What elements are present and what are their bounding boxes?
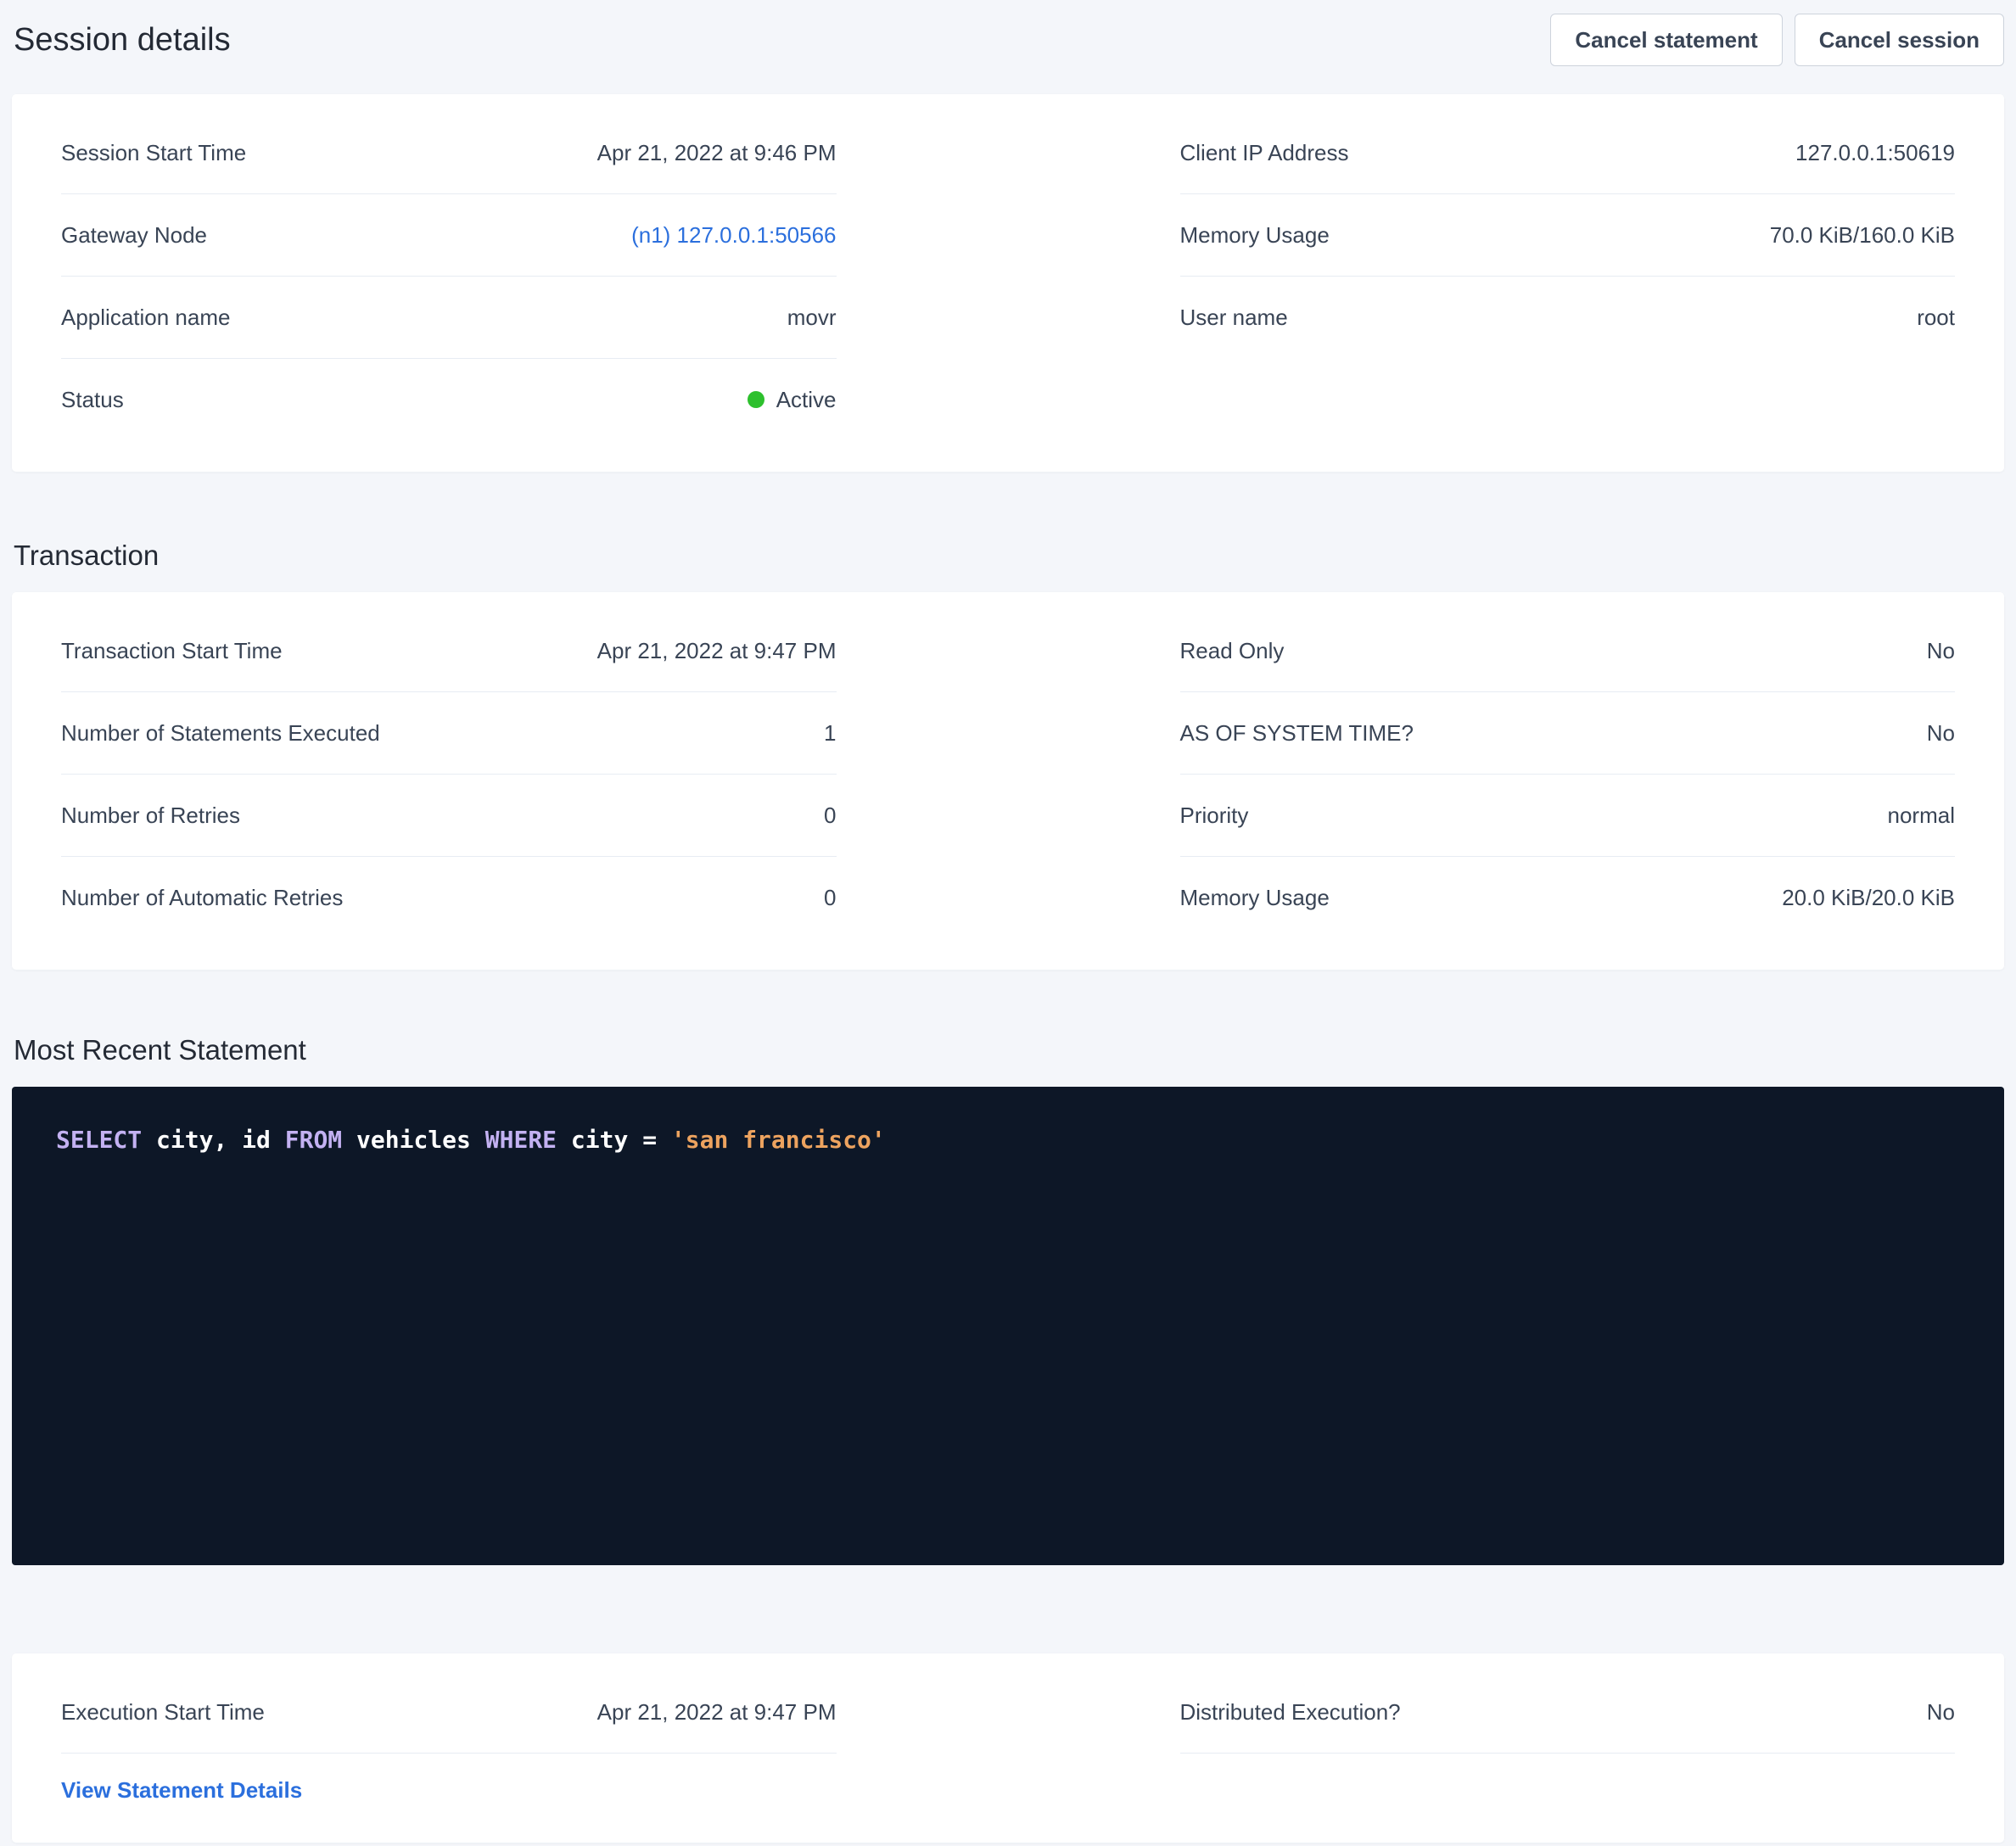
row-label: Client IP Address [1180,138,1349,167]
session-start-time-row: Session Start Time Apr 21, 2022 at 9:46 … [61,112,837,194]
most-recent-statement-heading: Most Recent Statement [14,1034,2004,1066]
session-details-page: Session details Cancel statement Cancel … [0,0,2016,1846]
sql-statement-box: SELECT city, id FROM vehicles WHERE city… [12,1087,2004,1565]
execution-card: Execution Start Time Apr 21, 2022 at 9:4… [12,1653,2004,1843]
priority-row: Priority normal [1180,775,1956,857]
row-value: 70.0 KiB/160.0 KiB [1770,221,1955,249]
sql-keyword: FROM [285,1126,342,1154]
as-of-system-time-row: AS OF SYSTEM TIME? No [1180,692,1956,775]
row-label: Priority [1180,801,1249,830]
execution-left-column: Execution Start Time Apr 21, 2022 at 9:4… [61,1671,837,1834]
row-value: No [1927,1698,1955,1726]
user-name-row: User name root [1180,277,1956,358]
status-active-dot-icon [748,391,764,408]
row-label: Execution Start Time [61,1698,265,1726]
cancel-statement-button[interactable]: Cancel statement [1550,14,1782,66]
row-value: root [1917,303,1955,332]
transaction-card: Transaction Start Time Apr 21, 2022 at 9… [12,592,2004,970]
status-row: Status Active [61,359,837,440]
row-value: 20.0 KiB/20.0 KiB [1782,883,1955,912]
page-header: Session details Cancel statement Cancel … [12,14,2004,66]
page-title: Session details [12,22,231,59]
gateway-node-link[interactable]: (n1) 127.0.0.1:50566 [631,221,836,249]
row-value: Apr 21, 2022 at 9:47 PM [597,636,837,665]
row-value: No [1927,636,1955,665]
execution-start-time-row: Execution Start Time Apr 21, 2022 at 9:4… [61,1671,837,1754]
application-name-row: Application name movr [61,277,837,359]
sql-string-literal: 'san francisco' [671,1126,886,1154]
session-summary-columns: Session Start Time Apr 21, 2022 at 9:46 … [61,112,1955,440]
session-status: Active [748,385,837,414]
row-label: Number of Statements Executed [61,719,380,747]
row-value: movr [787,303,837,332]
row-label: Read Only [1180,636,1285,665]
transaction-start-time-row: Transaction Start Time Apr 21, 2022 at 9… [61,610,837,692]
row-label: User name [1180,303,1288,332]
transaction-left-column: Transaction Start Time Apr 21, 2022 at 9… [61,610,837,938]
row-value: No [1927,719,1955,747]
sql-keyword: SELECT [56,1126,142,1154]
row-label: Number of Retries [61,801,240,830]
row-label: Memory Usage [1180,883,1330,912]
transaction-right-column: Read Only No AS OF SYSTEM TIME? No Prior… [1180,610,1956,938]
execution-columns: Execution Start Time Apr 21, 2022 at 9:4… [61,1671,1955,1834]
view-statement-details-link[interactable]: View Statement Details [61,1777,302,1803]
row-label: Gateway Node [61,221,207,249]
number-of-retries-row: Number of Retries 0 [61,775,837,857]
row-label: Session Start Time [61,138,246,167]
sql-keyword: WHERE [485,1126,557,1154]
sql-text: city, id [142,1126,285,1154]
session-memory-usage-row: Memory Usage 70.0 KiB/160.0 KiB [1180,194,1956,277]
row-label: AS OF SYSTEM TIME? [1180,719,1414,747]
row-label: Transaction Start Time [61,636,283,665]
row-value: Apr 21, 2022 at 9:47 PM [597,1698,837,1726]
distributed-execution-row: Distributed Execution? No [1180,1671,1956,1754]
statements-executed-row: Number of Statements Executed 1 [61,692,837,775]
row-label: Application name [61,303,230,332]
transaction-heading: Transaction [14,540,2004,572]
row-label: Number of Automatic Retries [61,883,343,912]
gateway-node-row: Gateway Node (n1) 127.0.0.1:50566 [61,194,837,277]
row-value: 0 [824,801,836,830]
status-text: Active [776,385,837,414]
sql-text: vehicles [342,1126,485,1154]
client-ip-row: Client IP Address 127.0.0.1:50619 [1180,112,1956,194]
transaction-memory-usage-row: Memory Usage 20.0 KiB/20.0 KiB [1180,857,1956,938]
row-value: normal [1888,801,1955,830]
sql-text: city = [557,1126,671,1154]
automatic-retries-row: Number of Automatic Retries 0 [61,857,837,938]
session-summary-left-column: Session Start Time Apr 21, 2022 at 9:46 … [61,112,837,440]
session-summary-right-column: Client IP Address 127.0.0.1:50619 Memory… [1180,112,1956,358]
row-value: 0 [824,883,836,912]
transaction-columns: Transaction Start Time Apr 21, 2022 at 9… [61,610,1955,938]
read-only-row: Read Only No [1180,610,1956,692]
row-value: 1 [824,719,836,747]
session-summary-card: Session Start Time Apr 21, 2022 at 9:46 … [12,94,2004,472]
row-label: Memory Usage [1180,221,1330,249]
header-actions: Cancel statement Cancel session [1550,14,2004,66]
execution-right-column: Distributed Execution? No [1180,1671,1956,1754]
row-value: Apr 21, 2022 at 9:46 PM [597,138,837,167]
row-label: Distributed Execution? [1180,1698,1401,1726]
cancel-session-button[interactable]: Cancel session [1795,14,2004,66]
row-label: Status [61,385,124,414]
view-statement-details-row: View Statement Details [61,1754,837,1834]
row-value: 127.0.0.1:50619 [1795,138,1955,167]
